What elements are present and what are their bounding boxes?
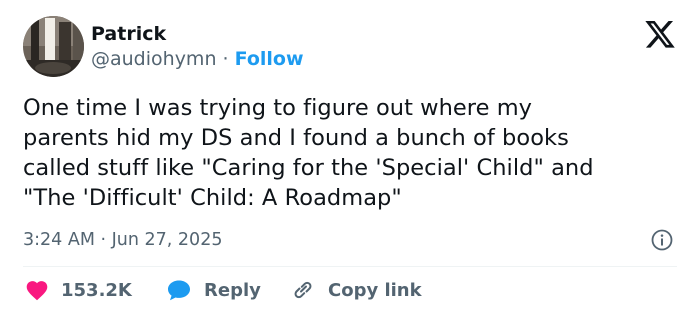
like-count: 153.2K xyxy=(61,279,132,301)
x-logo-icon[interactable] xyxy=(643,21,677,51)
like-button[interactable]: 153.2K xyxy=(25,277,132,303)
author-name[interactable]: Patrick xyxy=(91,22,166,46)
tweet-timestamp[interactable]: 3:24 AM · Jun 27, 2025 xyxy=(23,229,222,251)
divider xyxy=(23,266,677,267)
link-icon xyxy=(290,278,316,302)
tweet-line: parents hid my DS and I found a bunch of… xyxy=(23,125,569,151)
copy-link-button[interactable]: Copy link xyxy=(290,277,422,303)
copy-link-label: Copy link xyxy=(328,279,422,301)
reply-button[interactable]: Reply xyxy=(166,277,261,303)
follow-button[interactable]: Follow xyxy=(235,48,304,70)
tweet-line: "The 'Difficult' Child: A Roadmap" xyxy=(23,185,402,211)
author-handle-row: @audiohymn · Follow xyxy=(91,47,304,71)
reply-label: Reply xyxy=(204,279,261,301)
tweet-line: called stuff like "Caring for the 'Speci… xyxy=(23,155,594,181)
avatar-photo xyxy=(23,16,84,77)
separator-dot: · xyxy=(222,48,235,70)
info-icon[interactable] xyxy=(650,228,674,252)
tweet-text: One time I was trying to figure out wher… xyxy=(23,93,683,213)
speech-bubble-icon xyxy=(166,278,192,302)
avatar[interactable] xyxy=(23,16,84,77)
tweet-line: One time I was trying to figure out wher… xyxy=(23,95,533,121)
tweet-card: Patrick @audiohymn · Follow One time I w… xyxy=(0,0,700,318)
heart-icon xyxy=(25,279,49,301)
author-handle[interactable]: @audiohymn xyxy=(91,48,217,70)
